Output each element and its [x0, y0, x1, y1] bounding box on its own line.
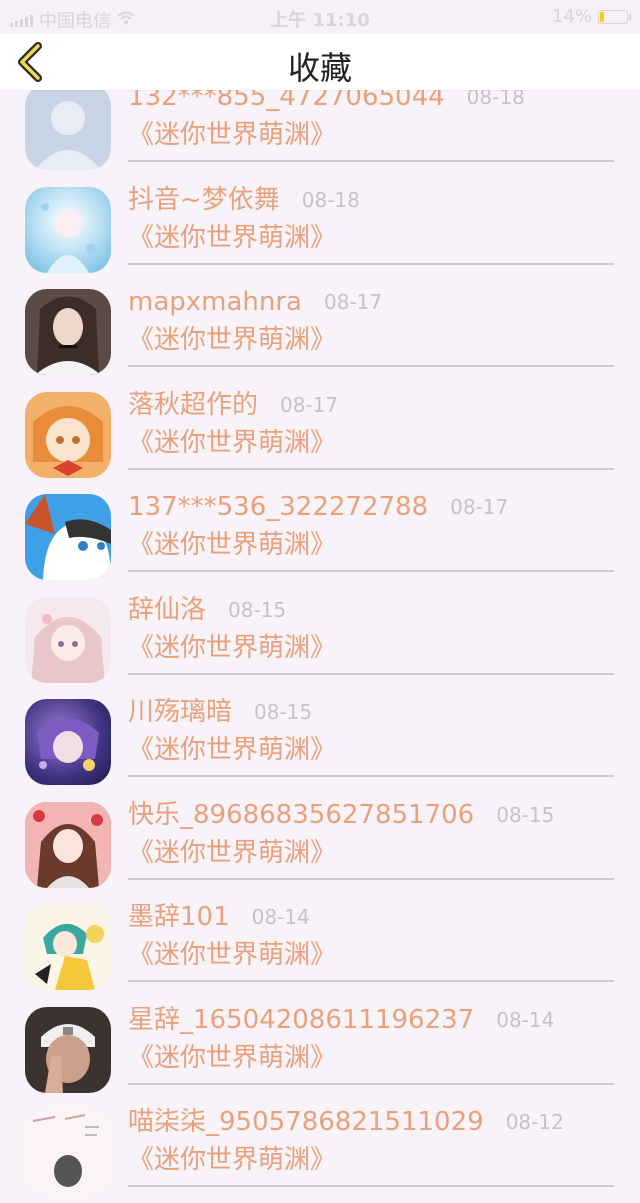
- user-name: 川殇璃暗: [128, 697, 233, 727]
- user-name: 辞仙洛: [128, 594, 207, 625]
- list-item[interactable]: 川殇璃暗 08-15 《迷你世界萌渊》: [0, 690, 640, 793]
- topic-title[interactable]: 《迷你世界萌渊》: [128, 423, 336, 463]
- anime-pink-avatar: [25, 596, 111, 683]
- divider: [128, 1185, 614, 1187]
- anime-red-avatar: [25, 801, 111, 888]
- post-date: 08-15: [254, 700, 313, 724]
- battery-percent: 14%: [551, 6, 592, 27]
- anime-orange-avatar: [25, 391, 111, 478]
- post-date: 08-17: [450, 495, 509, 519]
- anime-blue-avatar: [25, 186, 111, 273]
- user-name: 喵柒柒_9505786821511029: [128, 1107, 484, 1137]
- nav-bar: 收藏: [0, 34, 640, 90]
- list-item[interactable]: mapxmahnra 08-17 《迷你世界萌渊》: [0, 280, 640, 383]
- anime-yellow-avatar: [25, 904, 111, 990]
- divider: [128, 160, 614, 162]
- topic-title[interactable]: 《迷你世界萌渊》: [128, 628, 336, 668]
- list-item[interactable]: 墨辞101 08-14 《迷你世界萌渊》: [0, 895, 640, 998]
- status-right: 14%: [551, 6, 631, 27]
- user-name: 星辞_16504208611196237: [128, 1004, 475, 1035]
- topic-title[interactable]: 《迷你世界萌渊》: [128, 833, 336, 873]
- topic-title[interactable]: 《迷你世界萌渊》: [128, 218, 336, 258]
- list-item[interactable]: 快乐_89686835627851706 08-15 《迷你世界萌渊》: [0, 793, 640, 896]
- topic-title[interactable]: 《迷你世界萌渊》: [128, 320, 336, 360]
- list-item[interactable]: 辞仙洛 08-15 《迷你世界萌渊》: [0, 588, 640, 691]
- list-item[interactable]: 落秋超作的 08-17 《迷你世界萌渊》: [0, 383, 640, 486]
- divider: [128, 1082, 614, 1085]
- divider: [128, 672, 614, 675]
- page-title: 收藏: [287, 49, 352, 87]
- list-item[interactable]: 132***855_4727065044 08-18 《迷你世界萌渊》: [0, 75, 640, 178]
- divider: [128, 775, 614, 777]
- divider: [128, 980, 614, 982]
- divider: [128, 570, 614, 572]
- favorites-list: 132***855_4727065044 08-18 《迷你世界萌渊》 抖音~梦…: [0, 75, 640, 1203]
- divider: [128, 365, 614, 367]
- post-date: 08-14: [251, 905, 310, 929]
- user-name: 墨辞101: [128, 902, 230, 932]
- post-date: 08-15: [228, 597, 287, 622]
- divider: [128, 877, 614, 880]
- topic-title[interactable]: 《迷你世界萌渊》: [128, 730, 336, 770]
- list-item[interactable]: 星辞_16504208611196237 08-14 《迷你世界萌渊》: [0, 998, 640, 1101]
- status-time: 上午 11:10: [270, 10, 370, 31]
- post-date: 08-12: [505, 1110, 564, 1134]
- photo-girl-avatar: [25, 289, 111, 375]
- user-name: 137***536_322272788: [128, 492, 429, 522]
- user-name: 快乐_89686835627851706: [128, 799, 475, 830]
- status-bar: 中国电信 上午 11:10 14%: [0, 0, 640, 34]
- divider: [128, 467, 614, 470]
- post-date: 08-18: [301, 187, 360, 212]
- list-item[interactable]: 抖音~梦依舞 08-18 《迷你世界萌渊》: [0, 178, 640, 281]
- user-name: 落秋超作的: [128, 389, 259, 420]
- post-date: 08-15: [496, 802, 555, 827]
- battery-icon: [598, 9, 631, 24]
- post-date: 08-17: [280, 392, 339, 417]
- topic-title[interactable]: 《迷你世界萌渊》: [128, 1140, 336, 1180]
- post-date: 08-17: [324, 290, 383, 314]
- sketch-avatar: [25, 1109, 111, 1195]
- cat-avatar: [25, 494, 111, 580]
- topic-title[interactable]: 《迷你世界萌渊》: [128, 525, 336, 565]
- list-item[interactable]: 喵柒柒_9505786821511029 08-12 《迷你世界萌渊》: [0, 1100, 640, 1203]
- topic-title[interactable]: 《迷你世界萌渊》: [128, 115, 336, 155]
- user-name: 抖音~梦依舞: [128, 184, 280, 215]
- post-date: 08-14: [496, 1007, 555, 1032]
- user-name: mapxmahnra: [128, 287, 302, 317]
- divider: [128, 262, 614, 265]
- default-avatar: [25, 84, 111, 170]
- list-item[interactable]: 137***536_322272788 08-17 《迷你世界萌渊》: [0, 485, 640, 588]
- anime-purple-avatar: [25, 699, 111, 785]
- topic-title[interactable]: 《迷你世界萌渊》: [128, 935, 336, 975]
- photo-boy-avatar: [25, 1006, 111, 1093]
- topic-title[interactable]: 《迷你世界萌渊》: [128, 1038, 336, 1078]
